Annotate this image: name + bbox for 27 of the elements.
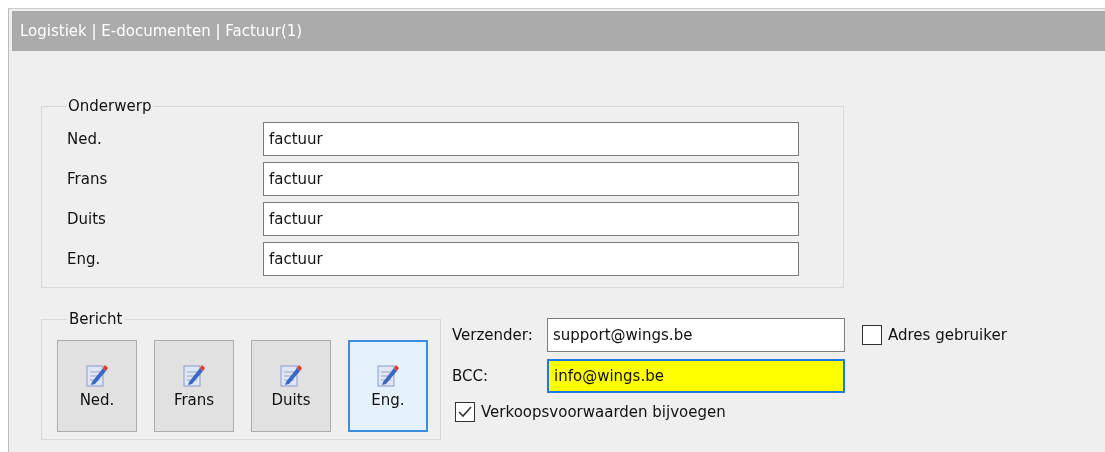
- input-field[interactable]: support@wings.be: [547, 318, 845, 352]
- group-title: Onderwerp: [67, 97, 153, 115]
- language-button[interactable]: Frans: [154, 340, 234, 432]
- field-label: Duits: [66, 210, 107, 228]
- checkbox-label: Verkoopsvoorwaarden bijvoegen: [481, 403, 726, 421]
- input-field[interactable]: factuur: [263, 122, 799, 156]
- field-label: Frans: [66, 170, 109, 188]
- checkbox-label: Adres gebruiker: [888, 326, 1007, 344]
- input-field[interactable]: factuur: [263, 162, 799, 196]
- field-label: Ned.: [66, 130, 103, 148]
- language-button[interactable]: Duits: [251, 340, 331, 432]
- edit-document-icon: [183, 363, 205, 387]
- edit-document-icon: [86, 363, 108, 387]
- group-title: Bericht: [68, 310, 124, 328]
- checkbox[interactable]: [862, 325, 882, 345]
- input-field[interactable]: factuur: [263, 202, 799, 236]
- field-label: BCC:: [452, 367, 490, 385]
- field-label: Eng.: [66, 250, 102, 268]
- edit-document-icon: [377, 363, 399, 387]
- language-button[interactable]: Eng.: [348, 340, 428, 432]
- field-label: Verzender:: [452, 326, 534, 344]
- input-field[interactable]: factuur: [263, 242, 799, 276]
- window-title: Logistiek | E-documenten | Factuur(1): [12, 11, 1105, 51]
- edit-document-icon: [280, 363, 302, 387]
- language-button[interactable]: Ned.: [57, 340, 137, 432]
- checkbox[interactable]: [455, 402, 475, 422]
- input-field[interactable]: info@wings.be: [547, 359, 845, 393]
